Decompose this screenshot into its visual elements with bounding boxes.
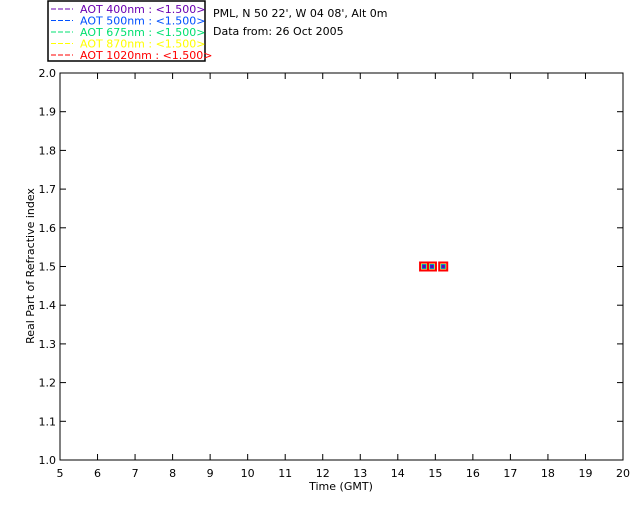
chart-title-line-2: Data from: 26 Oct 2005 [213, 25, 344, 38]
y-axis-label: Real Part of Refractive index [24, 188, 37, 344]
x-tick-label: 12 [316, 467, 330, 480]
x-tick-label: 16 [466, 467, 480, 480]
data-point [441, 265, 445, 268]
plot-frame [59, 72, 624, 461]
x-tick-label: 8 [169, 467, 176, 480]
x-tick-label: 20 [616, 467, 630, 480]
chart-container: AOT 400nm : <1.500> AOT 500nm : <1.500> AO… [0, 0, 640, 512]
legend-entry: AOT 1020nm : <1.500> [80, 49, 213, 62]
x-tick-label: 11 [278, 467, 292, 480]
y-tick-label: 2.0 [39, 67, 57, 80]
y-tick-label: 1.0 [39, 454, 57, 467]
chart-title-line-1: PML, N 50 22', W 04 08', Alt 0m [213, 7, 387, 20]
x-tick-label: 10 [241, 467, 255, 480]
x-tick-label: 7 [132, 467, 139, 480]
y-tick-label: 1.5 [39, 261, 57, 274]
y-tick-label: 1.8 [39, 144, 57, 157]
data-point [422, 265, 426, 268]
x-tick-label: 14 [391, 467, 405, 480]
y-tick-label: 1.3 [39, 338, 57, 351]
data-marks [419, 261, 449, 272]
axes: 5 6 7 8 9 10 11 12 13 14 15 16 17 18 19 20 1.0 1.1 1.2 1.3 1… [39, 67, 631, 480]
y-tick-label: 1.4 [39, 299, 57, 312]
x-tick-label: 6 [94, 467, 101, 480]
x-tick-label: 5 [57, 467, 64, 480]
y-tick-label: 1.6 [39, 222, 57, 235]
x-axis-label: Time (GMT) [308, 480, 373, 493]
x-tick-label: 18 [541, 467, 555, 480]
x-tick-label: 15 [428, 467, 442, 480]
x-tick-label: 19 [578, 467, 592, 480]
chart-svg: AOT 400nm : <1.500>AOT 500nm : <1.500>AO… [24, 0, 631, 493]
y-tick-label: 1.2 [39, 377, 57, 390]
y-tick-label: 1.7 [39, 183, 57, 196]
x-tick-label: 9 [207, 467, 214, 480]
y-tick-label: 1.1 [39, 415, 57, 428]
x-tick-label: 13 [353, 467, 367, 480]
y-tick-label: 1.9 [39, 106, 57, 119]
data-point [430, 265, 434, 268]
x-tick-label: 17 [503, 467, 517, 480]
